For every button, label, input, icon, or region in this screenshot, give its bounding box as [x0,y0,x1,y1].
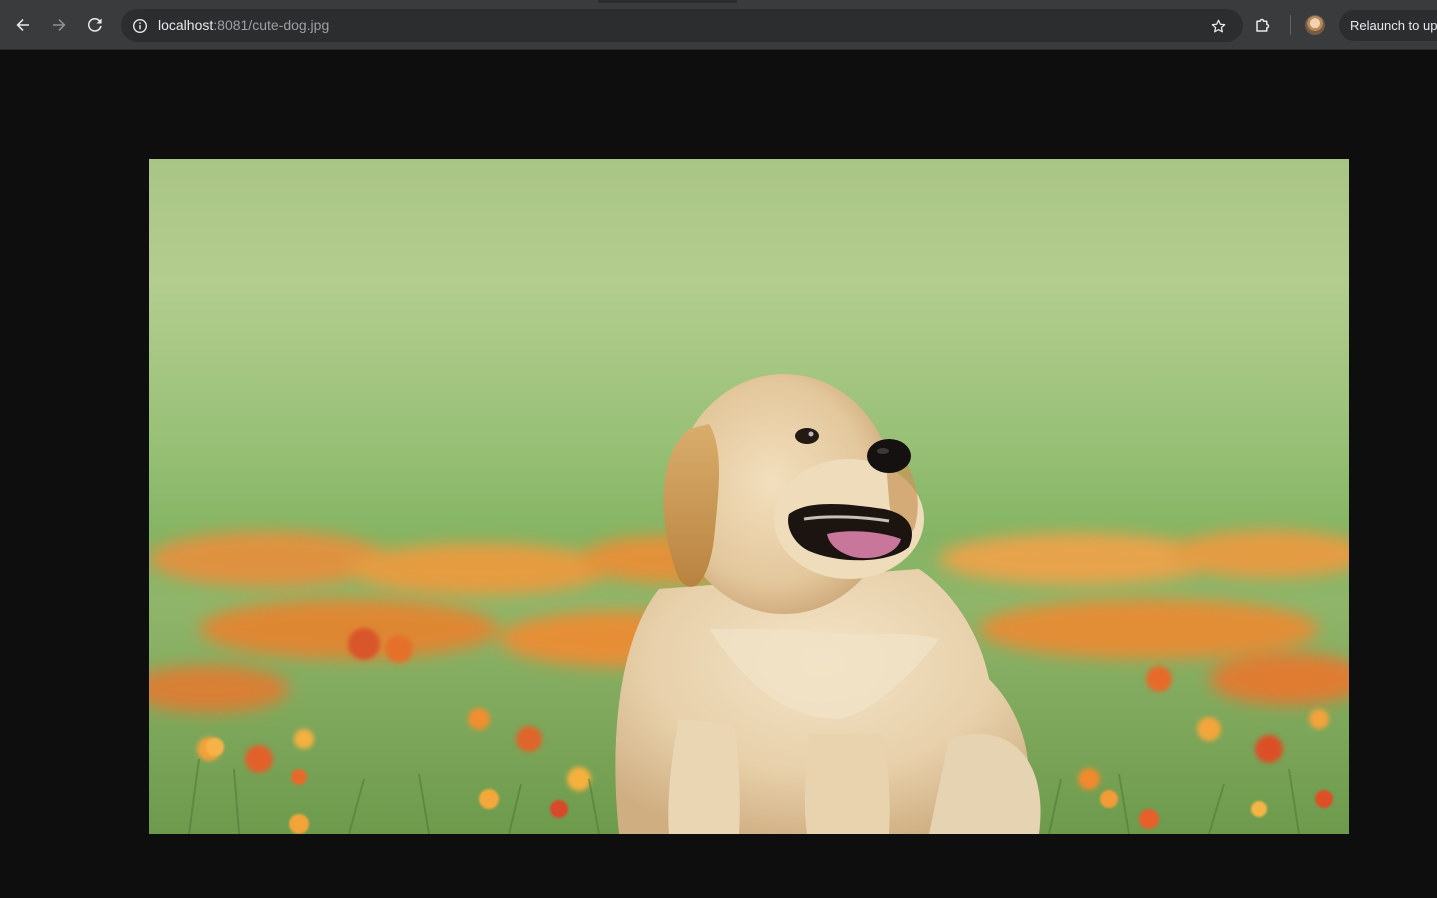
extensions-button[interactable] [1250,12,1276,38]
reload-icon [87,17,102,32]
arrow-right-icon [53,19,66,31]
dog-photo-illustration [149,159,1349,834]
url-text[interactable]: localhost:8081/cute-dog.jpg [158,17,329,34]
arrow-left-icon [16,19,29,31]
forward-button[interactable] [45,11,73,39]
toolbar-divider [1290,15,1291,35]
site-info-button[interactable] [129,15,151,37]
bookmark-button[interactable] [1207,15,1229,37]
reload-button[interactable] [81,11,109,39]
url-host: localhost [158,17,214,33]
avatar[interactable] [1305,15,1325,35]
relaunch-button[interactable]: Relaunch to up [1339,10,1437,41]
active-tab-edge [0,0,598,3]
address-bar[interactable]: localhost:8081/cute-dog.jpg [121,9,1243,42]
star-icon [1211,19,1225,32]
browser-toolbar: localhost:8081/cute-dog.jpg Relaunch to … [0,0,1437,50]
back-button[interactable] [9,11,37,39]
inactive-tab-edge [737,0,1437,3]
dog-image[interactable] [149,159,1349,834]
url-path: :8081/cute-dog.jpg [213,17,330,33]
info-circle-icon [132,18,148,34]
puzzle-icon [1256,18,1270,32]
